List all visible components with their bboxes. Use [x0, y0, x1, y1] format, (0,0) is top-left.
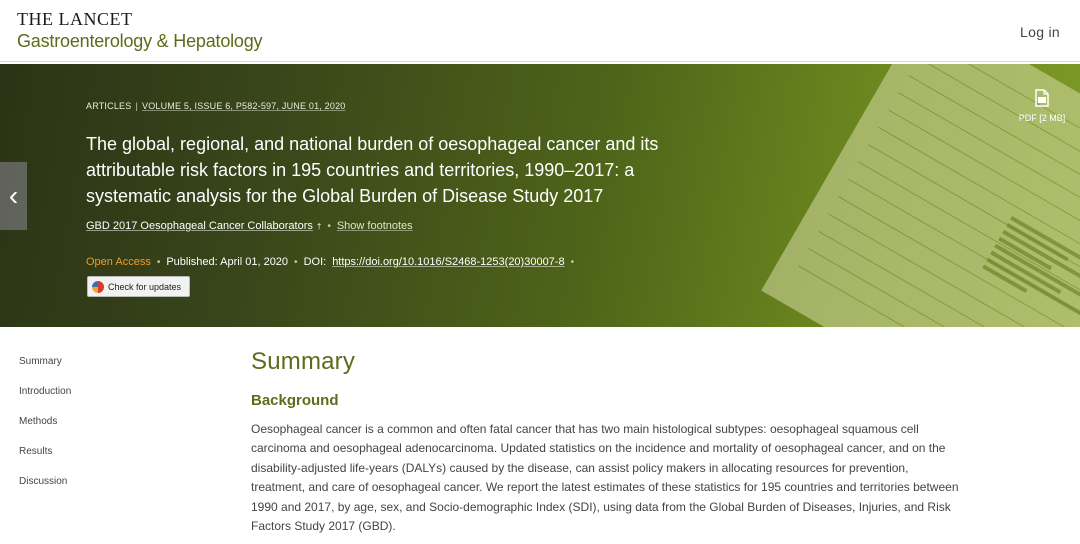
site-header: THE LANCET Gastroenterology & Hepatology… — [0, 0, 1080, 62]
pdf-download-button[interactable]: PDF [2 MB] — [1012, 89, 1072, 123]
crossmark-icon — [92, 280, 104, 293]
authors-line: GBD 2017 Oesophageal Cancer Collaborator… — [86, 220, 413, 232]
background-heading: Background — [251, 392, 339, 409]
article-type: ARTICLES — [86, 101, 132, 111]
summary-heading: Summary — [251, 348, 356, 375]
journal-logo[interactable]: THE LANCET Gastroenterology & Hepatology — [17, 9, 263, 52]
open-access-label: Open Access — [86, 256, 151, 268]
brand-sub: Gastroenterology & Hepatology — [17, 31, 263, 51]
article-sections-nav: Summary Introduction Methods Results Dis… — [0, 327, 230, 544]
author-footnote-mark: † — [316, 221, 322, 231]
publication-info: Open Access • Published: April 01, 2020 … — [86, 256, 574, 268]
pdf-icon — [1035, 89, 1049, 107]
article-banner: ‹ ARTICLES | VOLUME 5, ISSUE 6, P582-597, … — [0, 64, 1080, 327]
separator-dot: • — [156, 256, 161, 268]
doi-link[interactable]: https://doi.org/10.1016/S2468-1253(20)30… — [332, 256, 564, 268]
previous-article-button[interactable]: ‹ — [0, 162, 27, 230]
separator-dot: • — [327, 220, 331, 232]
sidebar-item-discussion[interactable]: Discussion — [19, 476, 67, 487]
sidebar-item-summary[interactable]: Summary — [19, 356, 62, 367]
volume-info-link[interactable]: VOLUME 5, ISSUE 6, P582-597, JUNE 01, 20… — [142, 101, 346, 111]
doi-label: DOI: — [303, 256, 327, 268]
authors-link[interactable]: GBD 2017 Oesophageal Cancer Collaborator… — [86, 220, 313, 232]
brand-top: THE LANCET — [17, 9, 133, 29]
separator-dot: • — [570, 256, 575, 268]
sidebar-item-methods[interactable]: Methods — [19, 416, 57, 427]
article-meta: ARTICLES | VOLUME 5, ISSUE 6, P582-597, JU… — [86, 101, 346, 111]
article-title: The global, regional, and national burde… — [86, 134, 659, 206]
separator-dot: • — [294, 256, 298, 268]
published-date: Published: April 01, 2020 — [166, 256, 289, 268]
check-for-updates-button[interactable]: Check for updates — [87, 276, 190, 297]
background-paragraph: Oesophageal cancer is a common and often… — [251, 422, 959, 534]
check-updates-label: Check for updates — [108, 281, 182, 292]
login-link[interactable]: Log in — [1020, 24, 1060, 40]
sidebar-item-introduction[interactable]: Introduction — [19, 386, 71, 397]
show-footnotes-link[interactable]: Show footnotes — [337, 220, 413, 232]
pdf-label: PDF [2 MB] — [1018, 113, 1066, 123]
sidebar-item-results[interactable]: Results — [19, 446, 52, 457]
